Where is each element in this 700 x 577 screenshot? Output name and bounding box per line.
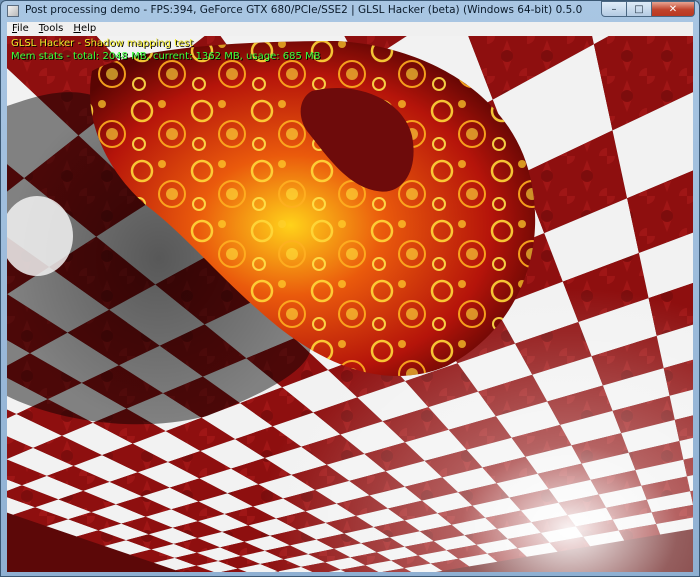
scene-render xyxy=(7,36,693,572)
close-icon: ✕ xyxy=(668,3,678,15)
minimize-button[interactable]: – xyxy=(601,1,627,17)
render-viewport[interactable]: GLSL Hacker - Shadow mapping test Mem st… xyxy=(7,36,693,572)
window-title: Post processing demo - FPS:394, GeForce … xyxy=(25,4,583,16)
maximize-button[interactable]: □ xyxy=(627,1,652,17)
app-icon[interactable] xyxy=(7,5,19,17)
menu-tools[interactable]: Tools xyxy=(34,22,69,36)
minimize-icon: – xyxy=(611,3,617,15)
maximize-icon: □ xyxy=(634,3,644,15)
menu-help[interactable]: Help xyxy=(68,22,101,36)
menu-bar: File Tools Help xyxy=(7,22,693,36)
overlay-title: GLSL Hacker - Shadow mapping test xyxy=(11,38,194,49)
app-window: Post processing demo - FPS:394, GeForce … xyxy=(0,0,700,577)
title-bar[interactable]: Post processing demo - FPS:394, GeForce … xyxy=(1,1,699,21)
caption-buttons: – □ ✕ xyxy=(601,1,695,19)
close-button[interactable]: ✕ xyxy=(652,1,695,17)
menu-file[interactable]: File xyxy=(7,22,34,36)
overlay-mem-stats: Mem stats - total: 2048 MB, current: 136… xyxy=(11,51,321,62)
